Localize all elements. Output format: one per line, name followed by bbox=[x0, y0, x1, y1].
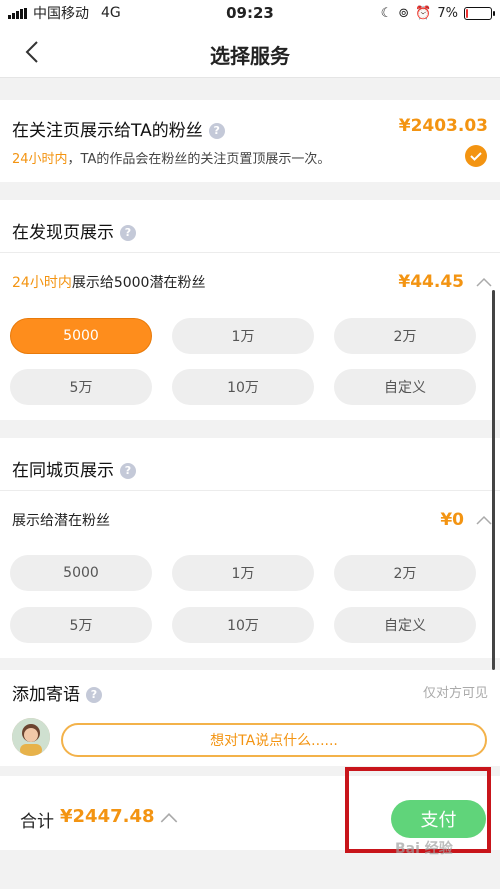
discover-option-custom[interactable]: 自定义 bbox=[334, 369, 476, 405]
back-button[interactable] bbox=[14, 36, 50, 68]
avatar bbox=[12, 718, 50, 756]
city-price: ¥0 bbox=[440, 510, 464, 530]
network-label: 4G bbox=[101, 5, 121, 21]
total-label: 合计 bbox=[20, 812, 54, 832]
status-left: 中国移动 4G bbox=[8, 3, 121, 23]
watermark: Bai 经验 bbox=[395, 841, 453, 857]
status-bar: 中国移动 4G 09:23 ☾ ⊚ ⏰ 7% bbox=[0, 0, 500, 26]
discover-option-5000[interactable]: 5000 bbox=[10, 318, 152, 354]
city-subtitle: 展示给潜在粉丝 bbox=[12, 513, 110, 529]
battery-icon bbox=[464, 6, 495, 20]
follow-section[interactable]: 在关注页展示给TA的粉丝? ¥2403.03 24小时内，TA的作品会在粉丝的关… bbox=[0, 100, 500, 182]
nav-bar: 选择服务 bbox=[0, 26, 500, 78]
discover-option-1w[interactable]: 1万 bbox=[172, 318, 314, 354]
message-section: 添加寄语? 仅对方可见 想对TA说点什么...... bbox=[0, 670, 500, 766]
follow-desc-rest: ，TA的作品会在粉丝的关注页置顶展示一次。 bbox=[67, 152, 331, 167]
message-title-wrap: 添加寄语? bbox=[12, 680, 102, 705]
divider bbox=[0, 490, 500, 491]
discover-sub-rest: 展示给5000潜在粉丝 bbox=[71, 275, 206, 291]
signal-icon bbox=[8, 7, 27, 19]
city-option-1w[interactable]: 1万 bbox=[172, 555, 314, 591]
scrollbar[interactable] bbox=[492, 290, 495, 670]
follow-price: ¥2403.03 bbox=[398, 116, 488, 136]
check-circle-icon[interactable] bbox=[465, 145, 487, 167]
total-value: ¥2447.48 bbox=[60, 806, 155, 827]
chevron-up-icon[interactable] bbox=[476, 277, 492, 287]
discover-subtitle: 24小时内展示给5000潜在粉丝 bbox=[12, 272, 205, 292]
follow-title: 在关注页展示给TA的粉丝 bbox=[12, 121, 203, 141]
follow-title-wrap: 在关注页展示给TA的粉丝? bbox=[12, 116, 225, 141]
discover-option-2w[interactable]: 2万 bbox=[334, 318, 476, 354]
question-icon[interactable]: ? bbox=[120, 225, 136, 241]
rotation-lock-icon: ⊚ bbox=[398, 5, 410, 21]
discover-sub-highlight: 24小时内 bbox=[12, 275, 72, 291]
message-title: 添加寄语 bbox=[12, 685, 80, 705]
city-title: 在同城页展示 bbox=[12, 461, 114, 481]
pay-button[interactable]: 支付 bbox=[391, 800, 486, 838]
message-input[interactable]: 想对TA说点什么...... bbox=[61, 723, 487, 757]
city-option-5000[interactable]: 5000 bbox=[10, 555, 152, 591]
question-icon[interactable]: ? bbox=[120, 463, 136, 479]
carrier-label: 中国移动 bbox=[33, 6, 89, 22]
city-option-custom[interactable]: 自定义 bbox=[334, 607, 476, 643]
discover-title-wrap: 在发现页展示? bbox=[12, 218, 136, 243]
question-icon[interactable]: ? bbox=[86, 687, 102, 703]
alarm-icon: ⏰ bbox=[415, 5, 432, 21]
follow-desc: 24小时内，TA的作品会在粉丝的关注页置顶展示一次。 bbox=[12, 148, 330, 167]
city-option-10w[interactable]: 10万 bbox=[172, 607, 314, 643]
discover-section: 在发现页展示? 24小时内展示给5000潜在粉丝 ¥44.45 5000 1万 … bbox=[0, 200, 500, 420]
chevron-up-icon[interactable] bbox=[160, 812, 178, 823]
discover-option-5w[interactable]: 5万 bbox=[10, 369, 152, 405]
discover-option-10w[interactable]: 10万 bbox=[172, 369, 314, 405]
avatar-image bbox=[12, 718, 50, 756]
battery-label: 7% bbox=[437, 5, 458, 21]
message-note: 仅对方可见 bbox=[422, 686, 488, 701]
follow-desc-highlight: 24小时内 bbox=[12, 152, 68, 167]
discover-title: 在发现页展示 bbox=[12, 223, 114, 243]
chevron-up-icon[interactable] bbox=[476, 515, 492, 525]
status-right: ☾ ⊚ ⏰ 7% bbox=[380, 5, 495, 21]
question-icon[interactable]: ? bbox=[208, 123, 225, 139]
city-option-2w[interactable]: 2万 bbox=[334, 555, 476, 591]
divider bbox=[0, 252, 500, 253]
moon-icon: ☾ bbox=[380, 5, 393, 21]
discover-price: ¥44.45 bbox=[398, 272, 464, 292]
city-title-wrap: 在同城页展示? bbox=[12, 456, 136, 481]
chevron-left-icon bbox=[25, 41, 38, 63]
city-section: 在同城页展示? 展示给潜在粉丝 ¥0 5000 1万 2万 5万 10万 自定义 bbox=[0, 438, 500, 658]
city-option-5w[interactable]: 5万 bbox=[10, 607, 152, 643]
page-title: 选择服务 bbox=[210, 44, 290, 68]
